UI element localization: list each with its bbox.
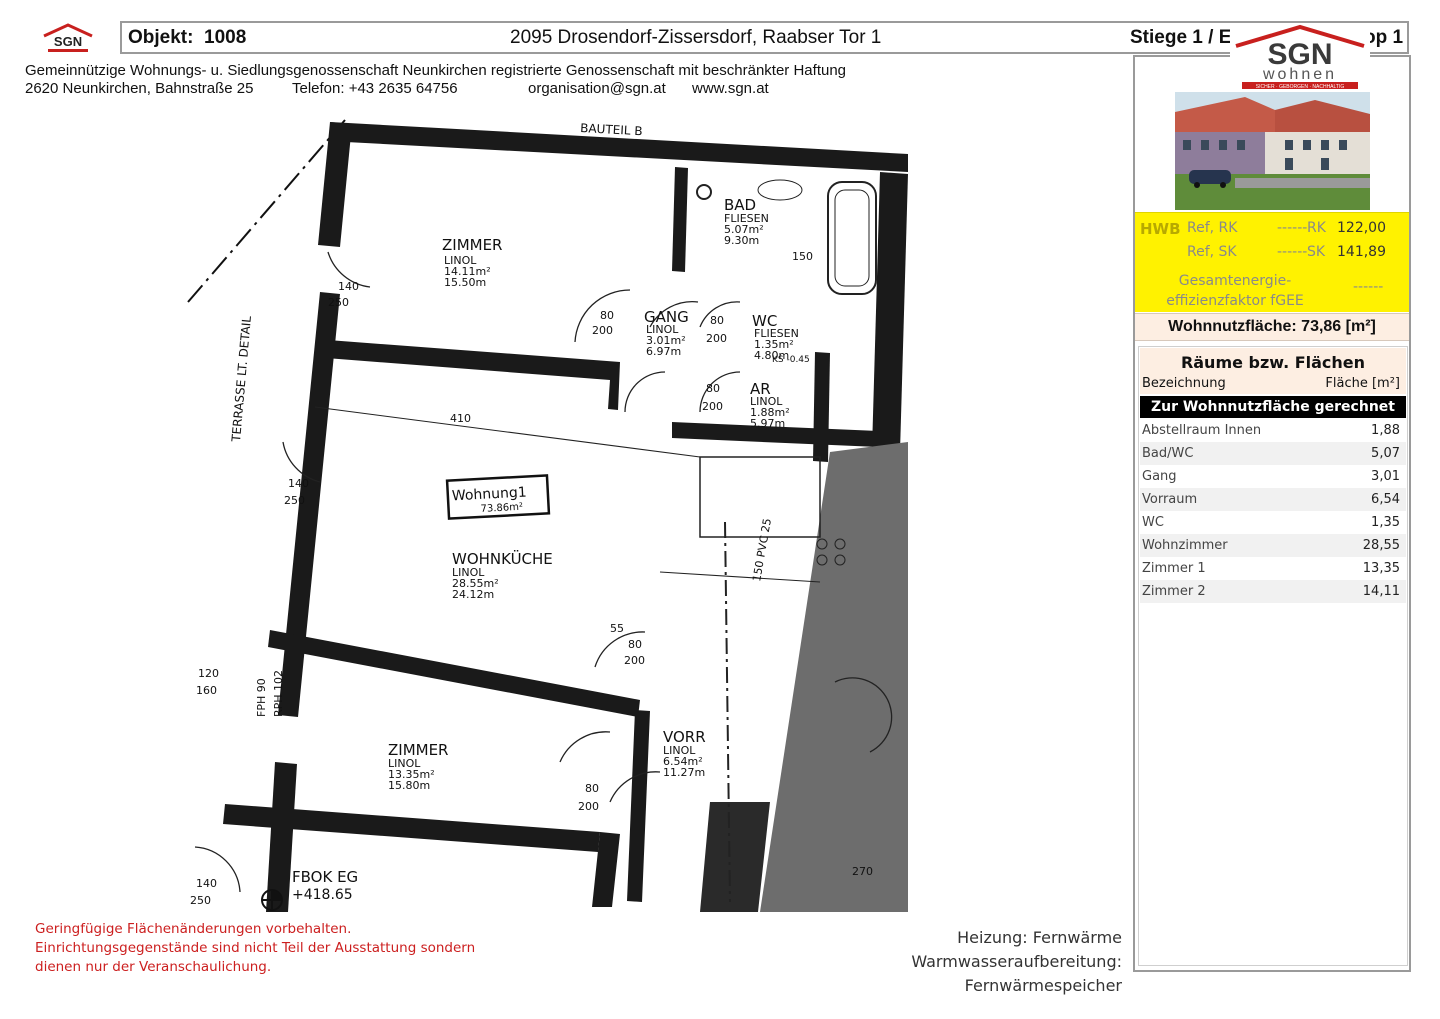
rooms-title: Räume bzw. Flächen	[1180, 353, 1366, 372]
svg-text:160: 160	[196, 684, 217, 697]
table-row: Bad/WC 5,07	[1140, 442, 1406, 465]
company-email: organisation@sgn.at	[528, 80, 666, 97]
property-address: 2095 Drosendorf-Zissersdorf, Raabser Tor…	[510, 27, 882, 48]
svg-text:200: 200	[702, 400, 723, 413]
svg-text:200: 200	[706, 332, 727, 345]
ref-sk-label: Ref, SK	[1187, 244, 1237, 260]
sgn-logo-small: SGN	[43, 23, 93, 52]
svg-text:250: 250	[190, 894, 211, 907]
svg-text:5.97m: 5.97m	[750, 417, 785, 430]
table-row: WC 1,35	[1142, 515, 1400, 530]
svg-text:150: 150	[792, 250, 813, 263]
svg-text:80: 80	[600, 309, 614, 322]
svg-text:140: 140	[196, 877, 217, 890]
objekt-label: Objekt: 1008	[128, 27, 247, 48]
svg-text:140: 140	[288, 477, 309, 490]
svg-text:250: 250	[328, 296, 349, 309]
logo-big-sub: wohnen	[1262, 66, 1337, 83]
sk-value: 141,89	[1337, 244, 1386, 260]
svg-text:200: 200	[624, 654, 645, 667]
svg-text:140: 140	[338, 280, 359, 293]
disclaimer: Geringfügige Flächenänderungen vorbehalt…	[35, 921, 476, 975]
table-row: Vorraum 6,54	[1140, 488, 1406, 511]
rk-label: RK	[1307, 220, 1326, 236]
energy-box: HWB Ref, RK ------ RK 122,00 Ref, SK ---…	[1135, 212, 1409, 312]
hwb-rk-row: HWB Ref, RK ------ RK 122,00	[1135, 220, 1409, 240]
rk-value: 122,00	[1337, 220, 1386, 236]
svg-text:24.12m: 24.12m	[452, 588, 494, 601]
rooms-table: Räume bzw. Flächen Bezeichnung Fläche [m…	[1138, 346, 1408, 966]
ref-rk-label: Ref, RK	[1187, 220, 1238, 236]
column-name: Bezeichnung	[1142, 376, 1226, 391]
svg-text:KS -0.45: KS -0.45	[772, 355, 810, 365]
sk-label: SK	[1307, 244, 1326, 260]
svg-text:80: 80	[628, 638, 642, 651]
hatched-area	[760, 442, 908, 912]
company-street: 2620 Neunkirchen, Bahnstraße 25	[25, 80, 254, 97]
objekt-number: 1008	[204, 27, 247, 48]
company-phone: Telefon: +43 2635 64756	[292, 80, 458, 97]
svg-text:11.27m: 11.27m	[663, 766, 705, 779]
table-row: Zimmer 2 14,11	[1140, 580, 1406, 603]
rooms-table-header: Räume bzw. Flächen Bezeichnung Fläche [m…	[1140, 348, 1406, 394]
table-row: Zimmer 1 13,35	[1142, 561, 1400, 576]
svg-text:RPH 102: RPH 102	[272, 670, 285, 717]
svg-text:410: 410	[450, 412, 471, 425]
fbok-level: +418.65	[292, 887, 353, 903]
label-terrasse: TERRASSE LT. DETAIL	[229, 315, 254, 443]
svg-text:200: 200	[592, 324, 613, 337]
svg-text:15.80m: 15.80m	[388, 779, 430, 792]
logo-small-text: SGN	[54, 34, 82, 49]
table-row: Abstellraum Innen 1,88	[1142, 423, 1400, 438]
svg-text:270: 270	[852, 865, 873, 878]
table-row: Gang 3,01	[1142, 469, 1400, 484]
svg-text:250: 250	[284, 494, 305, 507]
living-area-total: Wohnnutzfläche: 73,86 [m²]	[1135, 313, 1409, 341]
svg-text:FPH 90: FPH 90	[255, 678, 268, 717]
fbok-label: FBOK EG	[292, 868, 358, 886]
building-photo	[1175, 92, 1370, 210]
company-name: Gemeinnützige Wohnungs- u. Siedlungsgeno…	[25, 62, 847, 79]
svg-text:15.50m: 15.50m	[444, 276, 486, 289]
hotwater-type: Warmwasseraufbereitung: Fernwärmespeiche…	[911, 952, 1122, 995]
rooms-section-header: Zur Wohnnutzfläche gerechnet	[1140, 396, 1406, 418]
ref-rk-value: ------	[1277, 220, 1308, 236]
floor-plan: BAUTEIL B TERRASSE LT. DETAIL ZIMMER LIN…	[187, 119, 908, 912]
svg-text:200: 200	[578, 800, 599, 813]
ref-sk-value: ------	[1277, 244, 1308, 260]
svg-text:55: 55	[610, 622, 624, 635]
fgee-label-line2: effizienzfaktor fGEE	[1166, 293, 1304, 309]
svg-text:9.30m: 9.30m	[724, 234, 759, 247]
company-web: www.sgn.at	[692, 80, 769, 97]
svg-text:6.97m: 6.97m	[646, 345, 681, 358]
heating-info: Heizung: Fernwärme Warmwasseraufbereitun…	[760, 926, 1122, 998]
hwb-label: HWB	[1140, 220, 1181, 238]
svg-text:80: 80	[585, 782, 599, 795]
fgee-value: ------	[1353, 279, 1384, 295]
svg-text:80: 80	[710, 314, 724, 327]
svg-text:150 PVC 25: 150 PVC 25	[750, 517, 774, 582]
sgn-wohnen-logo: SGN wohnen SICHER · GEBORGEN · NACHHALTI…	[1230, 24, 1370, 92]
logo-tagline: SICHER · GEBORGEN · NACHHALTIG	[1256, 84, 1345, 90]
zimmer-top-name: ZIMMER	[442, 236, 502, 254]
fgee-label-line1: Gesamtenergie-	[1178, 273, 1292, 289]
svg-text:80: 80	[706, 382, 720, 395]
hwb-sk-row: Ref, SK ------ SK 141,89	[1135, 244, 1409, 264]
column-area: Fläche [m²]	[1325, 376, 1400, 391]
label-bauteil: BAUTEIL B	[580, 121, 643, 138]
table-row: Wohnzimmer 28,55	[1140, 534, 1406, 557]
svg-text:120: 120	[198, 667, 219, 680]
wohnung-area: 73.86m²	[480, 502, 523, 515]
heating-type: Heizung: Fernwärme	[957, 928, 1122, 947]
company-contact: 2620 Neunkirchen, Bahnstraße 25 Telefon: …	[25, 80, 769, 97]
